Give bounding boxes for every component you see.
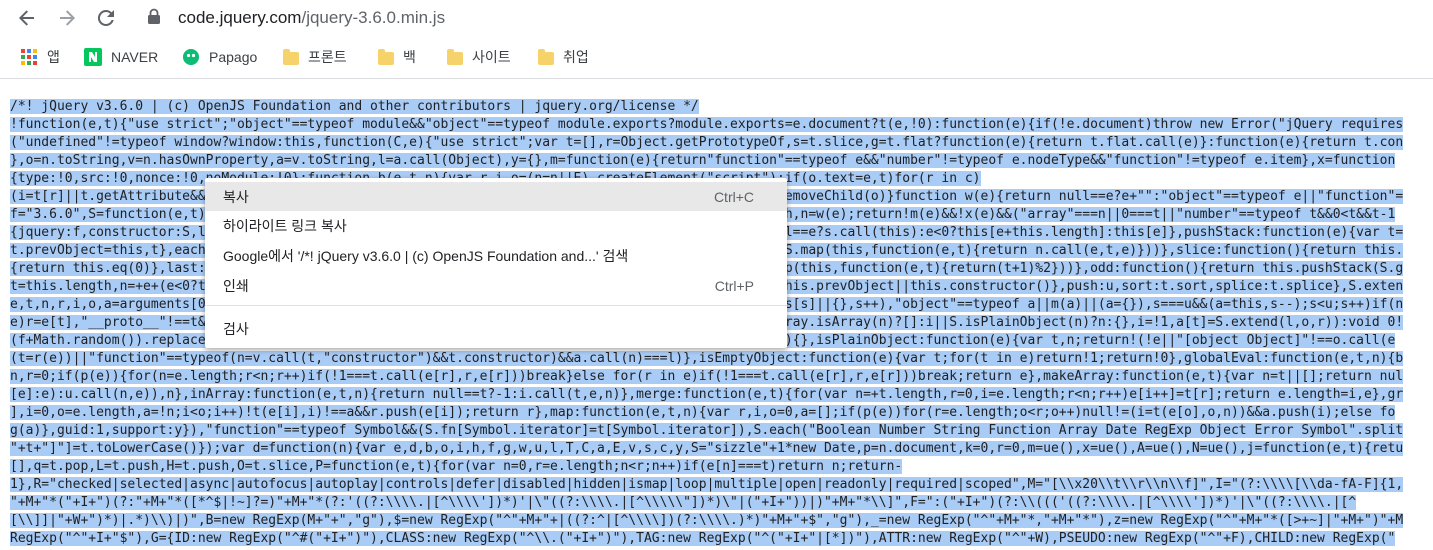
code-line-text: ("undefined"!=typeof window?window:this,… bbox=[10, 135, 1404, 150]
code-line-text: [\\]]|"+W+")*)|.*)\\)|)",B=new RegExp(M+… bbox=[10, 513, 1404, 528]
bookmark-label: NAVER bbox=[111, 49, 159, 65]
forward-arrow-icon[interactable] bbox=[55, 6, 79, 30]
code-line[interactable]: [],q=t.pop,L=t.push,H=t.push,O=t.slice,P… bbox=[10, 458, 1403, 476]
code-line[interactable]: /*! jQuery v3.6.0 | (c) OpenJS Foundatio… bbox=[10, 98, 1403, 116]
code-line-text: RegExp("^"+I+"$"),G={ID:new RegExp("^#("… bbox=[10, 531, 1396, 546]
browser-toolbar: code.jquery.com/jquery-3.6.0.min.js bbox=[0, 0, 1433, 36]
menu-item-label: 검사 bbox=[223, 320, 249, 337]
menu-item-copy-highlight-link[interactable]: 하이라이트 링크 복사 bbox=[205, 211, 787, 240]
code-line[interactable]: },o=n.toString,v=n.hasOwnProperty,a=v.to… bbox=[10, 152, 1403, 170]
code-line[interactable]: ("undefined"!=typeof window?window:this,… bbox=[10, 134, 1404, 152]
code-line[interactable]: n,r=0;if(p(e)){for(n=e.length;r<n;r++)if… bbox=[10, 368, 1404, 386]
bookmark-naver[interactable]: NAVER bbox=[84, 46, 158, 68]
code-line-text: },o=n.toString,v=n.hasOwnProperty,a=v.to… bbox=[10, 153, 1396, 168]
menu-item-inspect[interactable]: 검사 bbox=[205, 314, 787, 343]
apps-grid-icon bbox=[20, 48, 38, 66]
menu-item-label: 복사 bbox=[223, 188, 249, 205]
code-line-text: 1},R="checked|selected|async|autofocus|a… bbox=[10, 477, 1404, 492]
code-line[interactable]: [\\]]|"+W+")*)|.*)\\)|)",B=new RegExp(M+… bbox=[10, 512, 1404, 530]
bookmark-label: 프론트 bbox=[308, 49, 347, 65]
code-line[interactable]: 1},R="checked|selected|async|autofocus|a… bbox=[10, 476, 1404, 494]
bookmark-folder-front[interactable]: 프론트 bbox=[283, 46, 347, 68]
folder-icon bbox=[378, 48, 394, 65]
code-line-text: (t=r(e))||"function"==typeof(n=v.call(t,… bbox=[10, 351, 1404, 366]
menu-item-label: Google에서 '/*! jQuery v3.6.0 | (c) OpenJS… bbox=[223, 247, 629, 264]
bookmark-papago[interactable]: Papago bbox=[182, 46, 257, 68]
code-line[interactable]: "+t+"]"]=t.toLowerCase()});var d=functio… bbox=[10, 440, 1404, 458]
code-line-text: !function(e,t){"use strict";"object"==ty… bbox=[10, 117, 1404, 132]
code-line-text: "+t+"]"]=t.toLowerCase()});var d=functio… bbox=[10, 441, 1404, 456]
address-bar[interactable]: code.jquery.com/jquery-3.6.0.min.js bbox=[178, 6, 445, 30]
back-arrow-icon[interactable] bbox=[15, 6, 39, 30]
code-line-text: [],q=t.pop,L=t.push,H=t.push,O=t.slice,P… bbox=[10, 459, 903, 474]
menu-item-shortcut: Ctrl+P bbox=[714, 277, 754, 294]
menu-item-copy[interactable]: 복사 Ctrl+C bbox=[205, 182, 787, 211]
bookmarks-bar: 앱 NAVER Papago 프론트 백 사이트 취업 bbox=[0, 36, 1433, 79]
bookmark-label: 사이트 bbox=[472, 49, 511, 65]
context-menu: 복사 Ctrl+C 하이라이트 링크 복사 Google에서 '/*! jQue… bbox=[205, 178, 787, 348]
naver-icon bbox=[84, 48, 102, 66]
code-line-text: [e]:e):u.call(n,e)),n},inArray:function(… bbox=[10, 387, 1404, 402]
code-line-text: n,r=0;if(p(e)){for(n=e.length;r<n;r++)if… bbox=[10, 369, 1404, 384]
code-line[interactable]: !function(e,t){"use strict";"object"==ty… bbox=[10, 116, 1404, 134]
menu-item-label: 인쇄 bbox=[223, 277, 249, 294]
bookmark-folder-back[interactable]: 백 bbox=[378, 46, 416, 68]
bookmark-label: 앱 bbox=[47, 49, 60, 65]
bookmark-apps[interactable]: 앱 bbox=[20, 46, 60, 68]
bookmark-folder-jobs[interactable]: 취업 bbox=[538, 46, 589, 68]
url-host: code.jquery.com bbox=[178, 8, 302, 27]
papago-icon bbox=[182, 48, 200, 66]
folder-icon bbox=[447, 48, 463, 65]
code-line-text: g(a)},guid:1,support:y}),"function"==typ… bbox=[10, 423, 1404, 438]
code-line[interactable]: (t=r(e))||"function"==typeof(n=v.call(t,… bbox=[10, 350, 1404, 368]
menu-separator bbox=[205, 305, 787, 306]
folder-icon bbox=[283, 48, 299, 65]
code-line-text: /*! jQuery v3.6.0 | (c) OpenJS Foundatio… bbox=[10, 99, 699, 114]
code-line[interactable]: g(a)},guid:1,support:y}),"function"==typ… bbox=[10, 422, 1404, 440]
code-line[interactable]: ],i=0,o=e.length,a=!n;i<o;i++)!t(e[i],i)… bbox=[10, 404, 1403, 422]
code-line[interactable]: [e]:e):u.call(n,e)),n},inArray:function(… bbox=[10, 386, 1404, 404]
code-line[interactable]: RegExp("^"+I+"$"),G={ID:new RegExp("^#("… bbox=[10, 530, 1403, 548]
bookmark-folder-sites[interactable]: 사이트 bbox=[447, 46, 511, 68]
menu-item-label: 하이라이트 링크 복사 bbox=[223, 217, 347, 234]
bookmark-label: 취업 bbox=[563, 49, 589, 65]
menu-item-search-google[interactable]: Google에서 '/*! jQuery v3.6.0 | (c) OpenJS… bbox=[205, 241, 787, 270]
reload-icon[interactable] bbox=[94, 6, 118, 30]
menu-item-shortcut: Ctrl+C bbox=[713, 188, 754, 205]
url-path: /jquery-3.6.0.min.js bbox=[301, 8, 446, 27]
lock-icon[interactable] bbox=[147, 8, 165, 26]
code-line[interactable]: "+M+"*("+I+")(?:"+M+"*([*^$|!~]?=)"+M+"*… bbox=[10, 494, 1403, 512]
bookmark-label: 백 bbox=[403, 49, 416, 65]
menu-item-print[interactable]: 인쇄 Ctrl+P bbox=[205, 271, 787, 300]
bookmark-label: Papago bbox=[209, 49, 258, 65]
code-line-text: ],i=0,o=e.length,a=!n;i<o;i++)!t(e[i],i)… bbox=[10, 405, 1396, 420]
folder-icon bbox=[538, 48, 554, 65]
code-line-text: "+M+"*("+I+")(?:"+M+"*([*^$|!~]?=)"+M+"*… bbox=[10, 495, 1357, 510]
